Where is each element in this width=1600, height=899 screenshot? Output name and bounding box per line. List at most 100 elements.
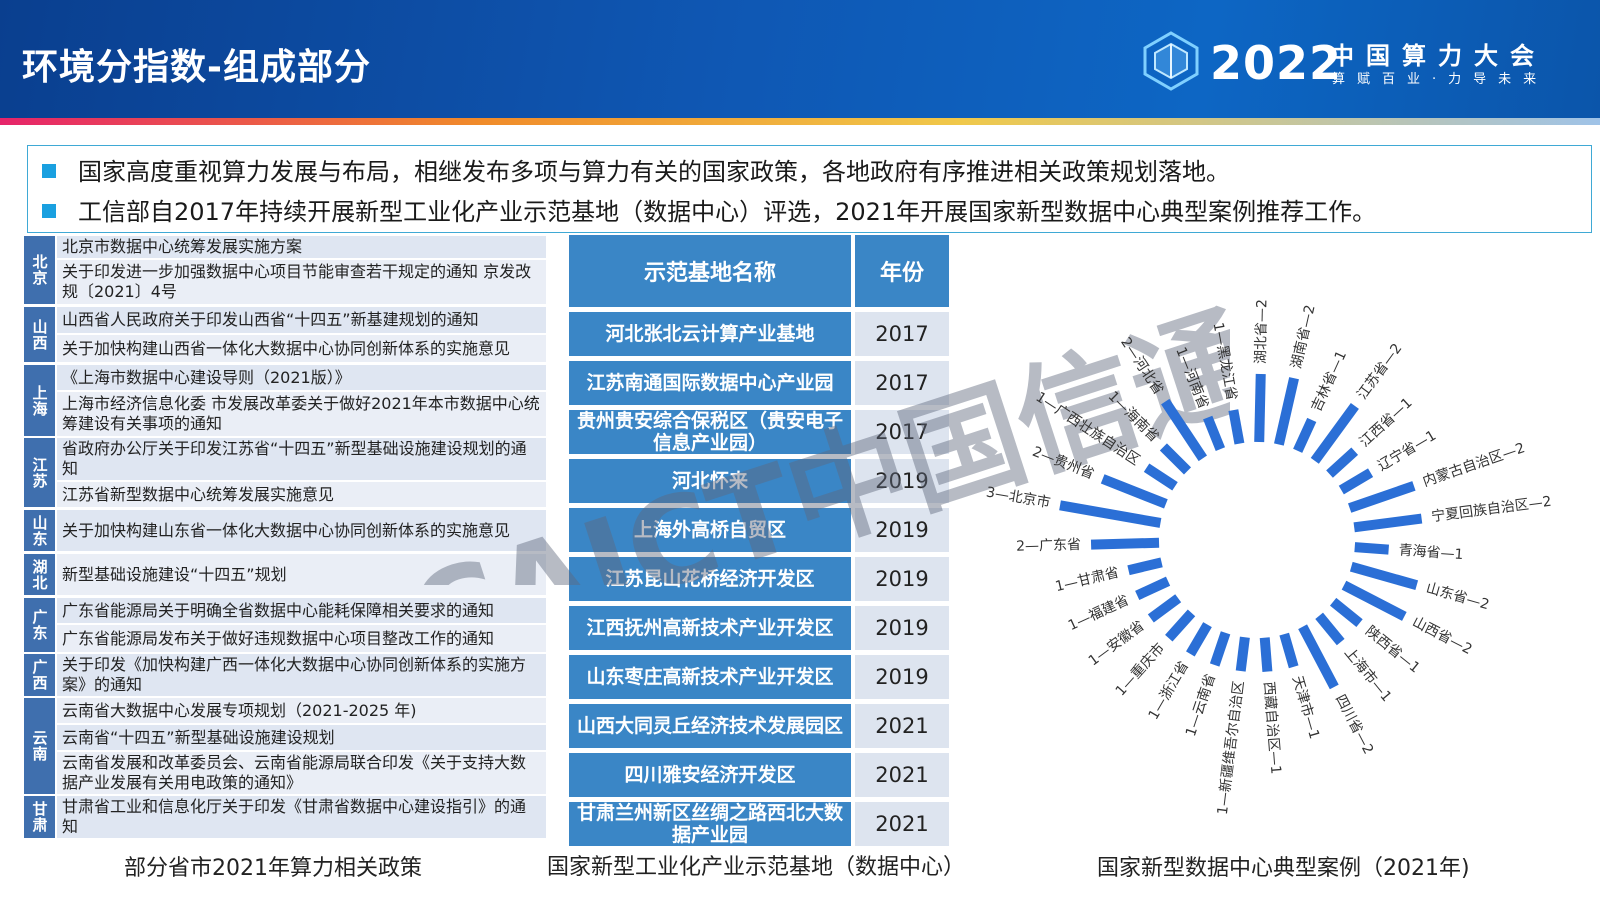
- radial-bar: [1279, 632, 1299, 669]
- base-year-cell: 2021: [855, 802, 949, 846]
- radial-bar: [1159, 443, 1192, 475]
- radial-bar-label: 1—云南省: [1183, 672, 1219, 739]
- base-year-cell: 2017: [855, 361, 949, 405]
- province-label: 山西: [24, 307, 55, 362]
- radial-bar-chart: 3—北京市2—贵州省1—广西壮族自治区1—海南省2—河北省 1—河南省1—黑龙江省…: [985, 299, 1553, 816]
- province-label: 江苏: [24, 438, 55, 507]
- bases-caption: 国家新型工业化产业示范基地（数据中心）: [547, 855, 966, 880]
- base-year-cell: 2019: [855, 508, 949, 552]
- conference-logo: 2022 中国算力大会 算赋百业·力导未来: [1140, 30, 1560, 92]
- summary-bullet: 工信部自2017年持续开展新型工业化产业示范基地（数据中心）评选，2021年开展…: [42, 192, 1376, 227]
- radial-bar-label: 1—新疆维吾尔自治区: [1215, 680, 1248, 816]
- demo-base-table: 示范基地名称 年份 河北张北云计算产业基地 2017 江苏南通国际数据中心产业园 20…: [569, 235, 949, 855]
- policy-item: 山西省人民政府关于印发山西省“十四五”新基建规划的通知: [57, 307, 546, 333]
- page-title: 环境分指数-组成部分: [22, 47, 371, 88]
- radial-bar-label: 3—北京市: [985, 483, 1052, 511]
- bullet-square-icon: [42, 204, 56, 218]
- base-name-cell: 上海外高桥自贸区: [569, 508, 851, 552]
- policy-item: 关于加快构建山西省一体化大数据中心协同创新体系的实施意见: [57, 335, 546, 362]
- radial-bar-label: 内蒙古自治区—2: [1421, 440, 1527, 490]
- base-name-cell: 河北张北云计算产业基地: [569, 312, 851, 356]
- conference-emblem-icon: [1143, 31, 1199, 91]
- base-name-header: 示范基地名称: [569, 235, 851, 307]
- base-year-cell: 2021: [855, 704, 949, 748]
- base-name-cell: 河北怀来: [569, 459, 851, 503]
- policy-item: 广东省能源局发布关于做好违规数据中心项目整改工作的通知: [57, 625, 546, 652]
- policy-item: 关于印发《加快构建广西一体化大数据中心协同创新体系的实施方案》的通知: [57, 654, 546, 696]
- radial-bar-label: 湖南省—2: [1289, 303, 1319, 370]
- base-year-cell: 2019: [855, 655, 949, 699]
- policy-item: 云南省大数据中心发展专项规划（2021-2025 年): [57, 698, 546, 723]
- bullet-square-icon: [42, 164, 56, 178]
- base-year-header: 年份: [855, 235, 949, 307]
- logo-slogan: 算赋百业·力导未来: [1332, 72, 1549, 87]
- radial-bar: [1090, 537, 1160, 550]
- radial-bar: [1203, 415, 1226, 451]
- radial-bar-label: 吉林省—1: [1309, 348, 1350, 414]
- radial-bar-label: 湖北省—2: [1253, 299, 1270, 364]
- policy-item: 上海市经济信息化委 市发展改革委关于做好2021年本市数据中心统筹建设有关事项的…: [57, 392, 546, 436]
- radial-bar: [1209, 631, 1231, 667]
- policy-caption: 部分省市2021年算力相关政策: [124, 856, 422, 881]
- policy-item: 《上海市数据中心建设导则（2021版）》: [57, 365, 546, 390]
- radial-bar-label: 1—河南省: [1172, 345, 1211, 411]
- radial-bar-label: 宁夏回族自治区—2: [1430, 493, 1552, 525]
- radial-bar-label: 天津市—1: [1289, 674, 1323, 741]
- radial-bar: [1165, 609, 1196, 642]
- cases-caption: 国家新型数据中心典型案例（2021年): [1097, 856, 1470, 881]
- radial-bar: [1254, 373, 1266, 443]
- province-label: 广西: [24, 654, 55, 696]
- province-label: 广东: [24, 598, 55, 652]
- radial-bar-label: 青海省—1: [1398, 542, 1464, 563]
- policy-item: 省政府办公厅关于印发江苏省“十四五”新型基础设施建设规划的通知: [57, 438, 546, 480]
- base-name-cell: 山西大同灵丘经济技术发展园区: [569, 704, 851, 748]
- radial-bar: [1326, 447, 1359, 478]
- policy-item: 云南省发展和改革委员会、云南省能源局联合印发《关于支持大数据产业发展有关用电政策…: [57, 752, 546, 794]
- summary-box: 国家高度重视算力发展与布局，相继发布多项与算力有关的国家政策，各地政府有序推进相…: [27, 145, 1592, 233]
- province-label: 上海: [24, 365, 55, 436]
- radial-bar: [1147, 594, 1182, 623]
- policy-item: 江苏省新型数据中心统筹发展实施意见: [57, 482, 546, 507]
- policy-item: 云南省“十四五”新型基础设施建设规划: [57, 725, 546, 750]
- radial-bar: [1349, 561, 1419, 591]
- base-name-cell: 江西抚州高新技术产业开发区: [569, 606, 851, 650]
- province-label: 甘肃: [24, 796, 55, 838]
- radial-bar: [1329, 597, 1363, 628]
- radial-bar: [1354, 542, 1390, 555]
- base-name-cell: 江苏南通国际数据中心产业园: [569, 361, 851, 405]
- base-year-cell: 2017: [855, 312, 949, 356]
- base-year-cell: 2019: [855, 459, 949, 503]
- base-name-cell: 江苏昆山花桥经济开发区: [569, 557, 851, 601]
- radial-bar-label: 山西省—2: [1410, 614, 1475, 658]
- policy-item: 北京市数据中心统筹发展实施方案: [57, 236, 546, 258]
- radial-bar-label: 2—贵州省: [1030, 444, 1096, 483]
- policy-table: 北京 北京市数据中心统筹发展实施方案 关于印发进一步加强数据中心项目节能审查若干…: [24, 236, 546, 856]
- province-label: 山东: [24, 510, 55, 551]
- policy-item: 甘肃省工业和信息化厅关于印发《甘肃省数据中心建设指引》的通知: [57, 796, 546, 838]
- base-name-cell: 山东枣庄高新技术产业开发区: [569, 655, 851, 699]
- logo-name: 中国算力大会: [1330, 42, 1546, 70]
- radial-bar-label: 江苏省—2: [1354, 341, 1405, 403]
- base-year-cell: 2017: [855, 410, 949, 454]
- radial-bar: [1293, 417, 1317, 453]
- radial-bar-label: 山东省—2: [1424, 580, 1491, 613]
- radial-bar: [1100, 474, 1168, 509]
- policy-item: 广东省能源局关于明确全省数据中心能耗保障相关要求的通知: [57, 598, 546, 623]
- radial-bar: [1186, 622, 1212, 657]
- province-label: 云南: [24, 698, 55, 794]
- policy-item: 新型基础设施建设“十四五”规划: [57, 554, 546, 595]
- province-label: 北京: [24, 236, 55, 304]
- radial-bar: [1135, 576, 1171, 600]
- radial-bar: [1274, 377, 1299, 446]
- base-name-cell: 四川雅安经济开发区: [569, 753, 851, 797]
- radial-bar: [1127, 557, 1163, 576]
- policy-item: 关于加快构建山东省一体化大数据中心协同创新体系的实施意见: [57, 510, 546, 551]
- base-year-cell: 2021: [855, 753, 949, 797]
- radial-bar: [1228, 409, 1245, 445]
- base-year-cell: 2019: [855, 606, 949, 650]
- radial-bar-label: 四川省—2: [1332, 692, 1376, 757]
- radial-bar: [1059, 500, 1162, 528]
- province-label: 湖北: [24, 554, 55, 595]
- radial-bar: [1338, 468, 1374, 495]
- radial-bar: [1235, 636, 1250, 672]
